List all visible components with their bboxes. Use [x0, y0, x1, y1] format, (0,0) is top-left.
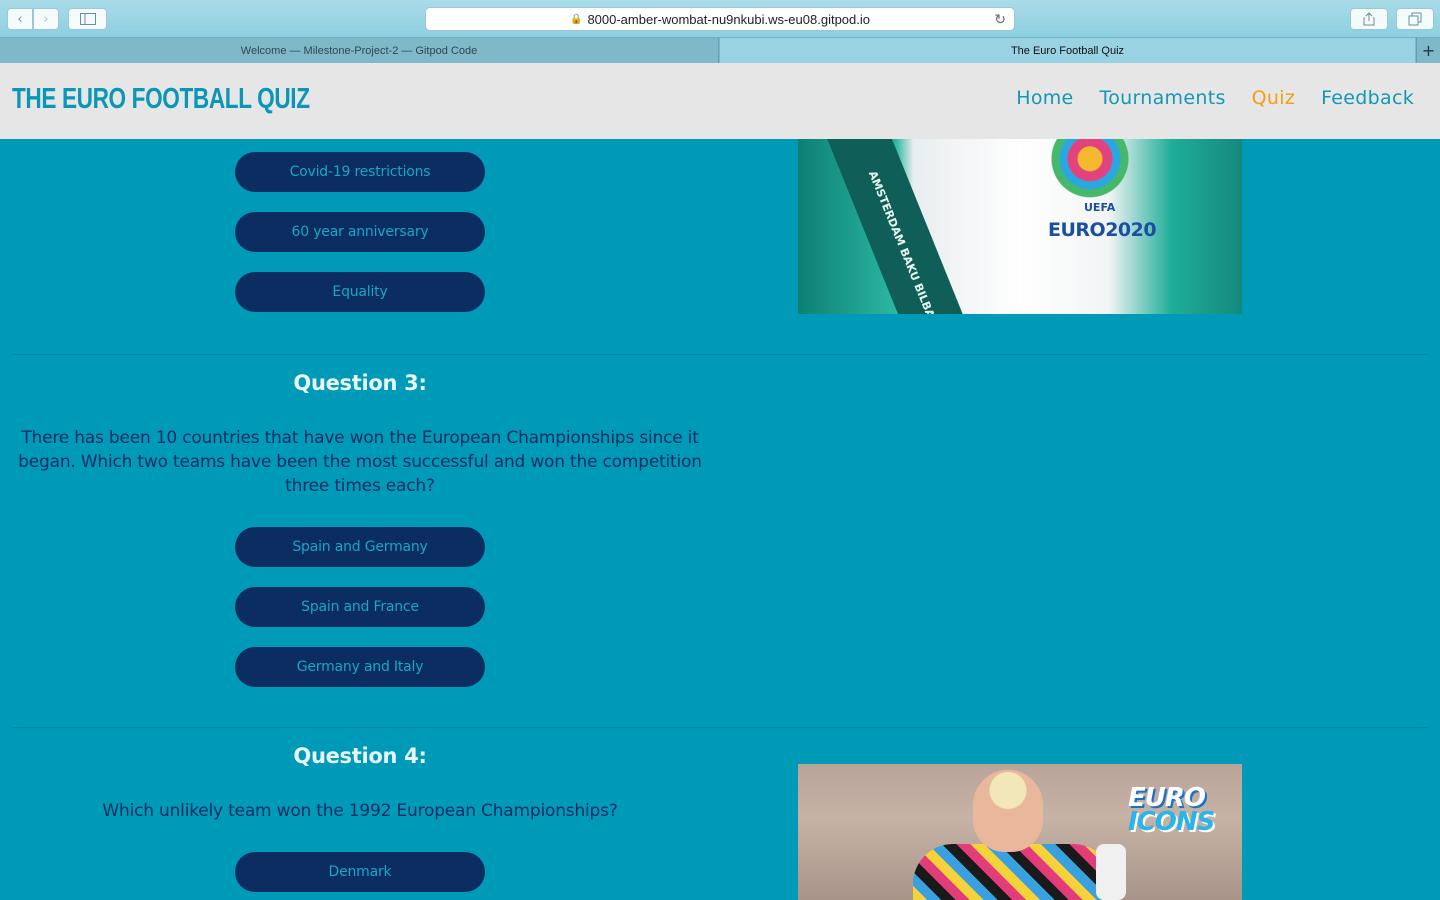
answer-button[interactable]: Germany and Italy — [235, 647, 485, 687]
answer-button[interactable]: Covid-19 restrictions — [235, 152, 485, 192]
tab-euro-quiz[interactable]: The Euro Football Quiz — [720, 38, 1415, 63]
share-button[interactable] — [1350, 8, 1388, 30]
back-button[interactable]: ‹ — [7, 8, 33, 30]
main-nav: Home Tournaments Quiz Feedback — [1016, 87, 1414, 109]
address-bar[interactable]: 🔒 8000-amber-wombat-nu9nkubi.ws-eu08.git… — [425, 7, 1015, 31]
question-3-text: There has been 10 countries that have wo… — [18, 428, 702, 496]
share-icon — [1363, 12, 1375, 26]
trophy-logo-icon — [1050, 139, 1130, 205]
reload-icon[interactable]: ↻ — [994, 11, 1006, 28]
keeper-glove — [1096, 844, 1126, 900]
sidebar-icon — [79, 13, 96, 25]
tabs-icon — [1408, 12, 1422, 26]
keeper-shirt — [913, 844, 1113, 900]
nav-home[interactable]: Home — [1016, 87, 1073, 109]
new-tab-button[interactable]: + — [1416, 38, 1440, 63]
tab-gitpod[interactable]: Welcome — Milestone-Project-2 — Gitpod C… — [0, 38, 719, 63]
nav-feedback[interactable]: Feedback — [1321, 87, 1414, 109]
url-text: 8000-amber-wombat-nu9nkubi.ws-eu08.gitpo… — [587, 11, 870, 27]
euro2020-ball-image: AMSTERDAM BAKU BILBAO UEFA EURO2020 — [798, 139, 1242, 314]
show-tabs-button[interactable] — [1396, 8, 1434, 30]
nav-tournaments[interactable]: Tournaments — [1100, 87, 1226, 109]
euro-icons-keeper-image: EURO ICONS — [798, 764, 1242, 900]
lock-icon: 🔒 — [569, 13, 583, 25]
answer-button[interactable]: Denmark — [235, 852, 485, 892]
question-4-title: Question 4: — [293, 744, 427, 768]
sidebar-toggle-button[interactable] — [68, 8, 107, 30]
tab-bar: Welcome — Milestone-Project-2 — Gitpod C… — [0, 38, 1440, 63]
nav-quiz[interactable]: Quiz — [1252, 87, 1295, 109]
question-divider — [12, 727, 1428, 728]
site-logo[interactable]: THE EURO FOOTBALL QUIZ — [12, 83, 310, 116]
answer-button[interactable]: Spain and France — [235, 587, 485, 627]
site-header: THE EURO FOOTBALL QUIZ Home Tournaments … — [0, 63, 1440, 139]
question-divider — [12, 354, 1428, 355]
question-4-text: Which unlikely team won the 1992 Europea… — [102, 801, 618, 821]
keeper-head — [973, 770, 1043, 852]
plus-icon: + — [1421, 41, 1436, 60]
euro2020-logo-text: EURO2020 — [1048, 219, 1157, 241]
answer-button[interactable]: Spain and Germany — [235, 527, 485, 567]
answer-button[interactable]: 60 year anniversary — [235, 212, 485, 252]
browser-toolbar: ‹ › 🔒 8000-amber-wombat-nu9nkubi.ws-eu08… — [0, 0, 1440, 38]
chevron-right-icon: › — [43, 11, 49, 27]
forward-button[interactable]: › — [33, 8, 59, 30]
euro-icons-badge: EURO ICONS — [1128, 783, 1215, 837]
uefa-text: UEFA — [1084, 201, 1116, 214]
question-3-title: Question 3: — [293, 371, 427, 395]
chevron-left-icon: ‹ — [17, 11, 23, 27]
answer-button[interactable]: Equality — [235, 272, 485, 312]
